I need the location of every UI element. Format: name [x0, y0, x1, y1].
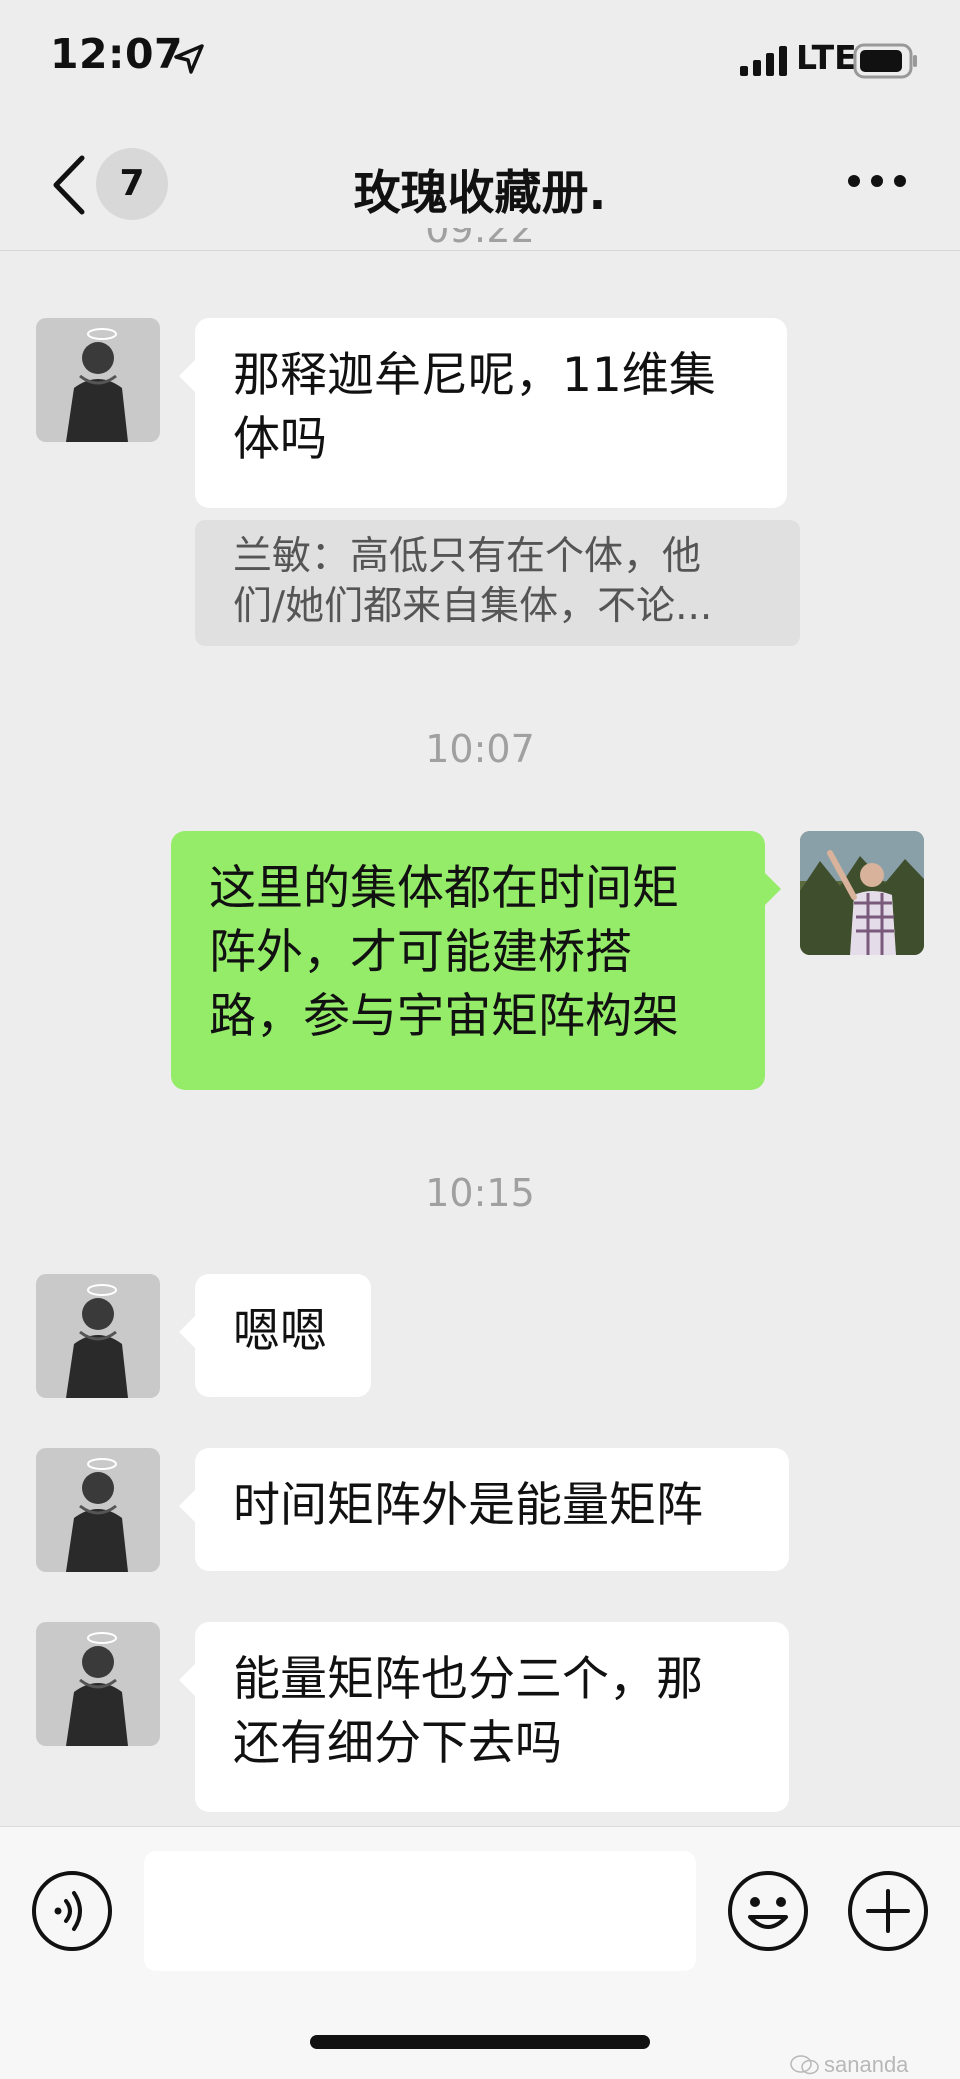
message-text: 时间矩阵外是能量矩阵 [233, 1478, 703, 1533]
watermark-text: sananda [824, 2052, 909, 2077]
avatar[interactable] [36, 1274, 160, 1398]
chat-screen: 12:07 LTE 7 玫瑰收藏册. 09:22 那释迦牟尼呢，11维集 体吗 … [0, 0, 960, 2079]
quoted-text: 兰敏：高低只有在个体，他 [233, 534, 702, 579]
more-dots-icon[interactable] [846, 166, 908, 196]
voice-icon[interactable] [30, 1869, 114, 1953]
quoted-text: 们/她们都来自集体，不论... [233, 584, 713, 629]
avatar-photo-icon [800, 831, 924, 955]
chevron-left-icon[interactable] [42, 150, 102, 220]
message-bubble[interactable]: 时间矩阵外是能量矩阵 [179, 1448, 789, 1571]
avatar[interactable] [36, 1448, 160, 1572]
message-bubble-outgoing[interactable]: 这里的集体都在时间矩 阵外，才可能建桥搭 路，参与宇宙矩阵构架 [171, 831, 781, 1090]
add-icon[interactable] [846, 1869, 930, 1953]
message-input[interactable] [144, 1851, 696, 1971]
avatar-portrait-icon [36, 318, 160, 442]
avatar-portrait-icon [36, 1448, 160, 1572]
message-text: 那释迦牟尼呢，11维集 [233, 348, 716, 403]
wechat-logo-icon [790, 2055, 819, 2075]
message-text: 能量矩阵也分三个，那 [233, 1652, 703, 1707]
status-time: 12:07 [50, 30, 184, 78]
avatar-portrait-icon [36, 1622, 160, 1746]
quoted-message[interactable]: 兰敏：高低只有在个体，他 们/她们都来自集体，不论... [195, 520, 800, 646]
avatar-portrait-icon [36, 1274, 160, 1398]
message-text: 体吗 [233, 412, 327, 467]
avatar[interactable] [36, 318, 160, 442]
message-text: 这里的集体都在时间矩 [209, 861, 679, 916]
message-text: 还有细分下去吗 [233, 1716, 562, 1771]
my-avatar[interactable] [800, 831, 924, 955]
timestamp: 10:15 [425, 1171, 535, 1215]
message-text: 路，参与宇宙矩阵构架 [209, 989, 679, 1044]
avatar[interactable] [36, 1622, 160, 1746]
unread-count-badge[interactable]: 7 [96, 148, 168, 220]
watermark: sananda [790, 2052, 908, 2078]
message-text: 嗯嗯 [233, 1304, 327, 1359]
timestamp: 10:07 [425, 727, 535, 771]
timestamp-partial: 09:22 [425, 228, 535, 250]
home-indicator[interactable] [310, 2035, 650, 2049]
message-bubble[interactable]: 能量矩阵也分三个，那 还有细分下去吗 [179, 1622, 789, 1812]
message-bubble[interactable]: 嗯嗯 [179, 1274, 371, 1397]
emoji-icon[interactable] [726, 1869, 810, 1953]
network-label: LTE [796, 38, 857, 77]
signal-bars-icon [740, 46, 787, 76]
message-text: 阵外，才可能建桥搭 [209, 925, 632, 980]
battery-icon [853, 43, 917, 79]
message-bubble[interactable]: 那释迦牟尼呢，11维集 体吗 [179, 318, 787, 508]
status-bar: 12:07 LTE [0, 0, 960, 120]
chat-title: 玫瑰收藏册. [353, 166, 607, 221]
location-arrow-icon [174, 44, 204, 74]
